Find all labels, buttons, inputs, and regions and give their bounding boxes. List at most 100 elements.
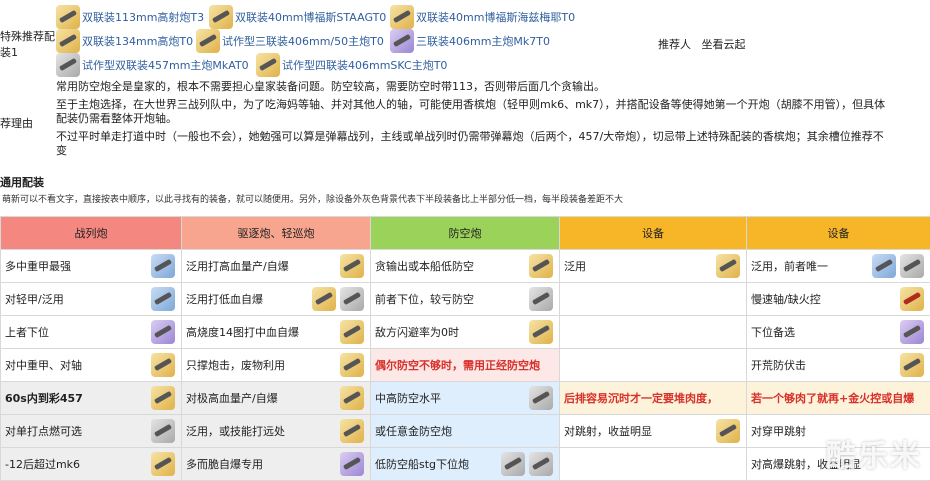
equip-item-4[interactable]: 试作型三联装406mm/50主炮T0 xyxy=(196,28,384,54)
cell-text: 敌方闪避率为0时 xyxy=(375,324,459,340)
equip-item-3[interactable]: 双联装134mm高炮T0 xyxy=(56,28,193,54)
reason-label: 荐理由 xyxy=(0,115,33,131)
cell-text: 若一个够肉了就再+金火控或自爆 xyxy=(751,390,914,406)
gun-icon[interactable] xyxy=(151,254,175,278)
equip-item-0[interactable]: 双联装113mm高射炮T3 xyxy=(56,4,204,30)
gun-icon[interactable] xyxy=(312,287,336,311)
equip-item-5[interactable]: 三联装406mm主炮Mk7T0 xyxy=(390,28,550,54)
equipment-icon[interactable] xyxy=(716,419,740,443)
equipment-icon[interactable] xyxy=(900,287,924,311)
cell-text: 前者下位，较亏防空 xyxy=(375,291,474,307)
cell-text: 慢速轴/缺火控 xyxy=(751,291,821,307)
gun-icon[interactable] xyxy=(151,452,175,476)
gun-icon xyxy=(256,53,280,77)
table-row: 上者下位 高烧度14图打中血自爆 敌方闪避率为0时 下位备选 xyxy=(1,316,930,349)
cell-text: 多而脆自爆专用 xyxy=(186,456,263,472)
cell-text: 60s内到彩457 xyxy=(5,390,83,406)
table-row: 多中重甲最强 泛用打高血量产/自爆 贪输出或本船低防空 泛用 泛用，前者唯一 xyxy=(1,250,930,283)
cell-text: 只撑炮击，废物利用 xyxy=(186,357,285,373)
cell-text: 或任意金防空炮 xyxy=(375,423,452,439)
general-note: 萌新可以不看文字，直接按表中顺序，以此寻找有的装备，就可以随便用。另外，除设备外… xyxy=(2,192,623,205)
equip-link[interactable]: 双联装40mm博福斯海兹梅耶T0 xyxy=(416,9,575,25)
equipment-icon[interactable] xyxy=(900,254,924,278)
table-row: -12后超过mk6 多而脆自爆专用 低防空船stg下位炮 对高爆跳射，收益明显 xyxy=(1,448,930,481)
recommender-name: 坐看云起 xyxy=(702,38,746,51)
cell-text: 对跳射，收益明显 xyxy=(564,423,652,439)
gun-icon[interactable] xyxy=(340,353,364,377)
gun-icon[interactable] xyxy=(340,386,364,410)
gun-icon[interactable] xyxy=(151,353,175,377)
gun-icon[interactable] xyxy=(340,452,364,476)
equip-item-6[interactable]: 试作型双联装457mm主炮MkAT0 xyxy=(56,52,249,78)
recommender-label: 推荐人 xyxy=(658,38,691,51)
cell-text: 中高防空水平 xyxy=(375,390,441,406)
equip-link[interactable]: 试作型四联装406mmSKC主炮T0 xyxy=(282,57,447,73)
cell-text: 对中重甲、对轴 xyxy=(5,357,82,373)
gun-icon xyxy=(209,5,233,29)
header-aux-1: 设备 xyxy=(560,217,747,250)
header-aux-2: 设备 xyxy=(747,217,930,250)
table-row: 60s内到彩457 对极高血量产/自爆 中高防空水平 后排容易沉时才一定要堆肉度… xyxy=(1,382,930,415)
cell-text: -12后超过mk6 xyxy=(5,456,80,472)
aa-gun-icon[interactable] xyxy=(529,452,553,476)
gun-icon[interactable] xyxy=(151,287,175,311)
header-destroyer-cruiser-gun: 驱逐炮、轻巡炮 xyxy=(182,217,371,250)
cell-text: 高烧度14图打中血自爆 xyxy=(186,324,299,340)
gun-icon[interactable] xyxy=(340,254,364,278)
equip-link[interactable]: 试作型双联装457mm主炮MkAT0 xyxy=(82,57,249,73)
cell-text: 对极高血量产/自爆 xyxy=(186,390,278,406)
special-label-line2: 装1 xyxy=(0,44,55,60)
gun-icon[interactable] xyxy=(340,287,364,311)
aa-gun-icon[interactable] xyxy=(529,254,553,278)
table-header-row: 战列炮 驱逐炮、轻巡炮 防空炮 设备 设备 xyxy=(1,217,930,250)
table-row: 对中重甲、对轴 只撑炮击，废物利用 偶尔防空不够时，需用正经防空炮 开荒防伏击 xyxy=(1,349,930,382)
table-row: 对单打点燃可选 泛用，或技能打远处 或任意金防空炮 对跳射，收益明显 对穿甲跳射 xyxy=(1,415,930,448)
gun-icon xyxy=(196,29,220,53)
equipment-icon[interactable] xyxy=(900,353,924,377)
equip-item-7[interactable]: 试作型四联装406mmSKC主炮T0 xyxy=(256,52,447,78)
cell-text: 偶尔防空不够时，需用正经防空炮 xyxy=(375,357,540,373)
reason-line: 配装仍需看整体开炮轴。 xyxy=(56,112,928,126)
reason-line: 至于主炮选择，在大世界三战列队中，为了吃海妈等轴、并对其他人的轴，可能使用香槟炮… xyxy=(56,98,928,112)
cell-text: 对轻甲/泛用 xyxy=(5,291,64,307)
special-label: 特殊推荐配 装1 xyxy=(0,28,55,60)
cell-text: 泛用，前者唯一 xyxy=(751,258,828,274)
equip-item-1[interactable]: 双联装40mm博福斯STAAGT0 xyxy=(209,4,386,30)
equipment-icon[interactable] xyxy=(872,254,896,278)
aa-gun-icon[interactable] xyxy=(529,320,553,344)
gun-icon xyxy=(56,53,80,77)
header-aa-gun: 防空炮 xyxy=(371,217,560,250)
special-label-line1: 特殊推荐配 xyxy=(0,28,55,44)
equip-link[interactable]: 双联装113mm高射炮T3 xyxy=(82,9,204,25)
gun-icon xyxy=(56,5,80,29)
recommender: 推荐人 坐看云起 xyxy=(658,36,746,52)
equip-link[interactable]: 双联装40mm博福斯STAAGT0 xyxy=(235,9,386,25)
gun-icon[interactable] xyxy=(340,320,364,344)
equipment-icon[interactable] xyxy=(900,320,924,344)
reason-line: 不过平时单走打道中时（一般也不会），她勉强可以算是弹幕战列，主线或单战列时仍需带… xyxy=(56,130,928,144)
equipment-icon[interactable] xyxy=(716,254,740,278)
gun-icon[interactable] xyxy=(151,320,175,344)
header-battleship-gun: 战列炮 xyxy=(1,217,182,250)
equip-link[interactable]: 三联装406mm主炮Mk7T0 xyxy=(416,33,550,49)
table-row: 对轻甲/泛用 泛用打低血自爆 前者下位，较亏防空 慢速轴/缺火控 xyxy=(1,283,930,316)
aa-gun-icon[interactable] xyxy=(501,452,525,476)
cell-text: 泛用打高血量产/自爆 xyxy=(186,258,289,274)
equip-link[interactable]: 双联装134mm高炮T0 xyxy=(82,33,193,49)
gun-icon xyxy=(390,29,414,53)
aa-gun-icon[interactable] xyxy=(529,386,553,410)
cell-text: 对单打点燃可选 xyxy=(5,423,82,439)
cell-text: 泛用，或技能打远处 xyxy=(186,423,285,439)
cell-text: 下位备选 xyxy=(751,324,795,340)
equip-link[interactable]: 试作型三联装406mm/50主炮T0 xyxy=(222,33,384,49)
gun-icon[interactable] xyxy=(151,419,175,443)
cell-text: 泛用 xyxy=(564,258,586,274)
equip-item-2[interactable]: 双联装40mm博福斯海兹梅耶T0 xyxy=(390,4,575,30)
gun-icon xyxy=(390,5,414,29)
gun-icon[interactable] xyxy=(151,386,175,410)
equipment-table: 战列炮 驱逐炮、轻巡炮 防空炮 设备 设备 多中重甲最强 泛用打高血量产/自爆 … xyxy=(0,216,930,481)
cell-text: 对穿甲跳射 xyxy=(751,423,806,439)
gun-icon[interactable] xyxy=(340,419,364,443)
aa-gun-icon[interactable] xyxy=(529,287,553,311)
cell-text: 泛用打低血自爆 xyxy=(186,291,263,307)
